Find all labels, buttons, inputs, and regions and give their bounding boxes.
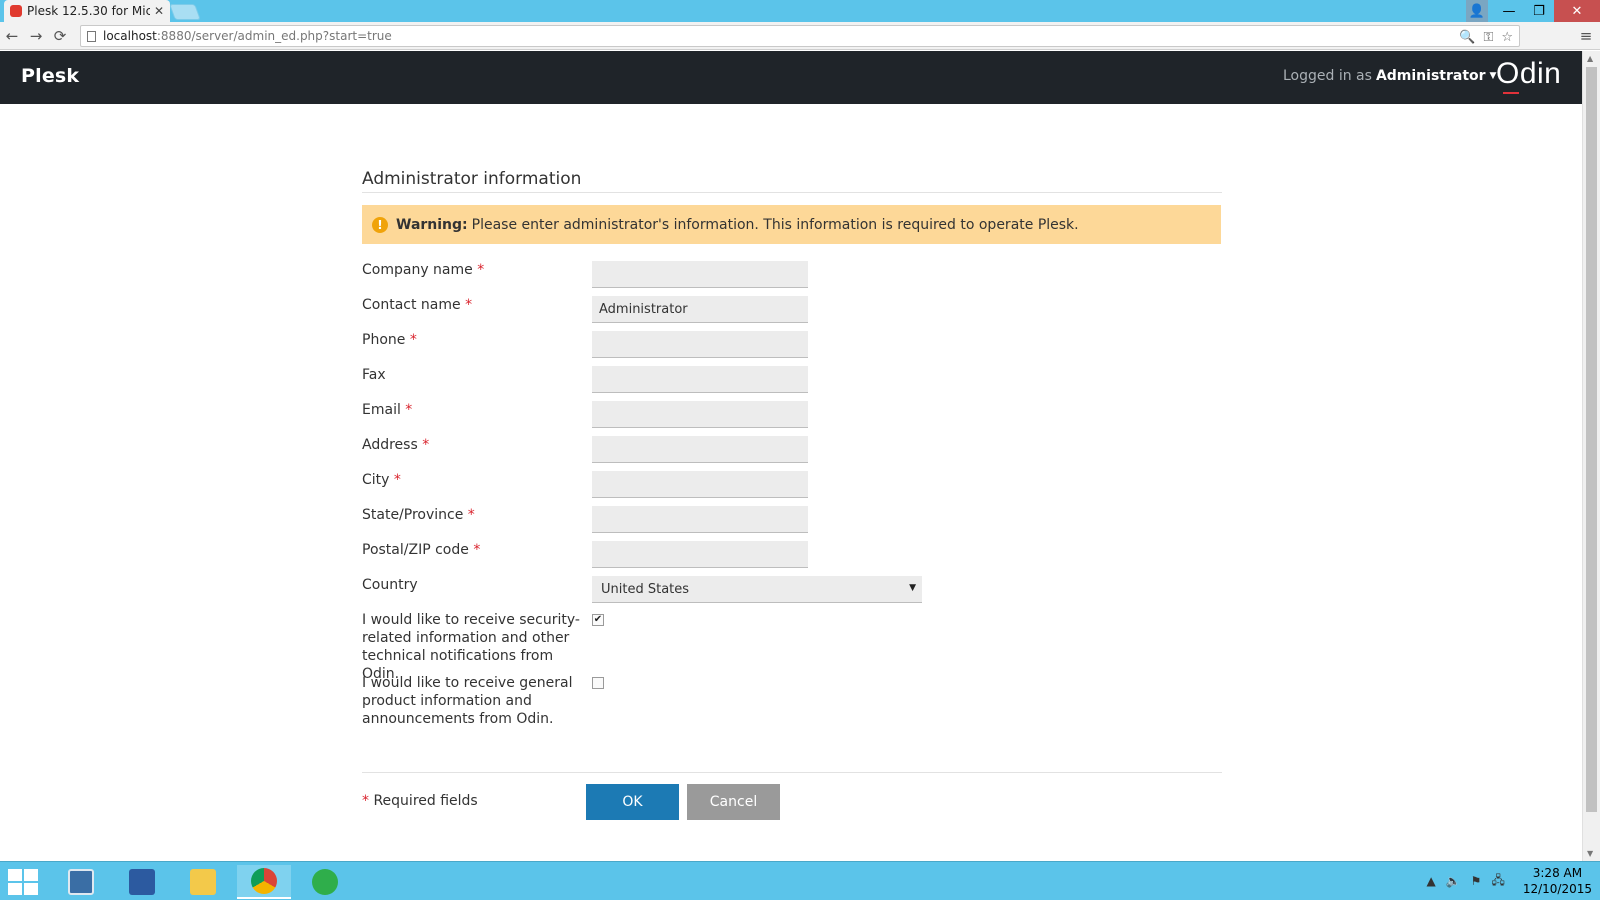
minimize-button[interactable]: — (1494, 0, 1524, 22)
address-label: Address * (362, 437, 430, 453)
reload-icon[interactable]: ⟳ (48, 27, 72, 45)
chrome-icon[interactable] (237, 865, 291, 899)
browser-titlebar: Plesk 12.5.30 for Mic ✕ 👤 — ❐ ✕ (0, 0, 1600, 22)
warning-label: Warning: (396, 216, 468, 233)
volume-icon[interactable]: 🔈 (1446, 874, 1461, 888)
required-fields-note: * Required fields (362, 793, 478, 809)
security-notifications-label: I would like to receive security-related… (362, 612, 580, 682)
browser-tab[interactable]: Plesk 12.5.30 for Mic ✕ (4, 0, 170, 22)
general-info-checkbox[interactable] (592, 677, 604, 689)
postal-zip-label: Postal/ZIP code * (362, 542, 481, 558)
contact-name-input[interactable] (592, 296, 808, 323)
flag-icon[interactable]: ⚑ (1471, 874, 1482, 888)
file-explorer-icon[interactable] (176, 865, 230, 899)
close-window-button[interactable]: ✕ (1554, 0, 1600, 22)
plesk-logo[interactable]: Plesk (21, 65, 79, 87)
windows-start-icon[interactable] (8, 869, 38, 895)
country-selected-value: United States (601, 582, 690, 597)
fax-label: Fax (362, 367, 386, 383)
email-input[interactable] (592, 401, 808, 428)
zoom-icon[interactable]: 🔍 (1459, 30, 1475, 45)
key-icon[interactable]: ⚿ (1483, 30, 1493, 45)
company-name-label: Company name * (362, 262, 485, 278)
system-tray: ▲ 🔈 ⚑ 🖧 3:28 AM 12/10/2015 (1426, 865, 1592, 897)
country-select[interactable]: United States ▼ (592, 576, 922, 603)
state-province-input[interactable] (592, 506, 808, 533)
warning-message: ! Warning: Please enter administrator's … (362, 205, 1221, 244)
city-input[interactable] (592, 471, 808, 498)
user-menu[interactable]: Administrator (1376, 68, 1486, 84)
clock-date: 12/10/2015 (1522, 882, 1592, 896)
scroll-down-icon[interactable]: ▼ (1587, 849, 1593, 858)
page-scrollbar[interactable]: ▲ ▼ (1582, 51, 1600, 861)
login-info: Logged in as Administrator ▼ (1283, 68, 1496, 84)
checkmark-icon: ✔ (593, 614, 603, 625)
server-manager-icon[interactable] (54, 865, 108, 899)
new-tab-button[interactable] (169, 4, 201, 20)
back-arrow-icon[interactable]: ← (0, 27, 24, 45)
taskbar-clock[interactable]: 3:28 AM 12/10/2015 (1523, 865, 1592, 897)
general-info-label: I would like to receive general product … (362, 675, 573, 727)
url-host: localhost (103, 29, 157, 43)
address-input[interactable] (592, 436, 808, 463)
plesk-header: Plesk Logged in as Administrator ▼ Odin (0, 51, 1582, 104)
scrollbar-thumb[interactable] (1586, 67, 1597, 812)
postal-zip-input[interactable] (592, 541, 808, 568)
form-footer-divider (362, 772, 1222, 773)
odin-logo-accent (1503, 92, 1519, 94)
ok-button[interactable]: OK (586, 784, 679, 820)
clock-time: 3:28 AM (1532, 866, 1583, 880)
address-bar[interactable]: localhost:8880/server/admin_ed.php?start… (80, 25, 1520, 47)
page-icon (87, 30, 96, 42)
window-controls: 👤 — ❐ ✕ (1466, 0, 1600, 22)
select-arrow-icon[interactable]: ▼ (909, 583, 916, 593)
restore-button[interactable]: ❐ (1524, 0, 1554, 22)
security-notifications-checkbox[interactable]: ✔ (592, 614, 604, 626)
tab-title: Plesk 12.5.30 for Mic (27, 4, 150, 18)
powershell-icon[interactable] (115, 865, 169, 899)
user-profile-icon[interactable]: 👤 (1466, 0, 1488, 22)
warning-text: Please enter administrator's information… (471, 216, 1079, 233)
bookmark-star-icon[interactable]: ☆ (1501, 30, 1513, 45)
section-title: Administrator information (362, 169, 582, 189)
plesk-favicon-icon (10, 5, 22, 17)
internet-globe-icon[interactable] (298, 865, 352, 899)
phone-input[interactable] (592, 331, 808, 358)
company-name-input[interactable] (592, 261, 808, 288)
fax-input[interactable] (592, 366, 808, 393)
browser-toolbar: ← → ⟳ localhost:8880/server/admin_ed.php… (0, 22, 1600, 50)
cancel-button[interactable]: Cancel (687, 784, 780, 820)
scroll-up-icon[interactable]: ▲ (1587, 54, 1593, 63)
country-label: Country (362, 577, 418, 593)
warning-icon: ! (372, 216, 388, 233)
state-province-label: State/Province * (362, 507, 475, 523)
chrome-menu-icon[interactable]: ≡ (1574, 27, 1598, 45)
section-divider (362, 192, 1222, 193)
windows-taskbar: ▲ 🔈 ⚑ 🖧 3:28 AM 12/10/2015 (0, 861, 1600, 900)
tab-close-icon[interactable]: ✕ (154, 4, 164, 18)
phone-label: Phone * (362, 332, 417, 348)
network-icon[interactable]: 🖧 (1491, 871, 1504, 892)
odin-logo: Odin (1496, 57, 1562, 90)
email-label: Email * (362, 402, 413, 418)
city-label: City * (362, 472, 401, 488)
contact-name-label: Contact name * (362, 297, 473, 313)
url-path: :8880/server/admin_ed.php?start=true (156, 29, 392, 43)
logged-in-label: Logged in as (1283, 68, 1372, 84)
show-hidden-icons-icon[interactable]: ▲ (1426, 874, 1435, 888)
forward-arrow-icon[interactable]: → (24, 27, 48, 45)
